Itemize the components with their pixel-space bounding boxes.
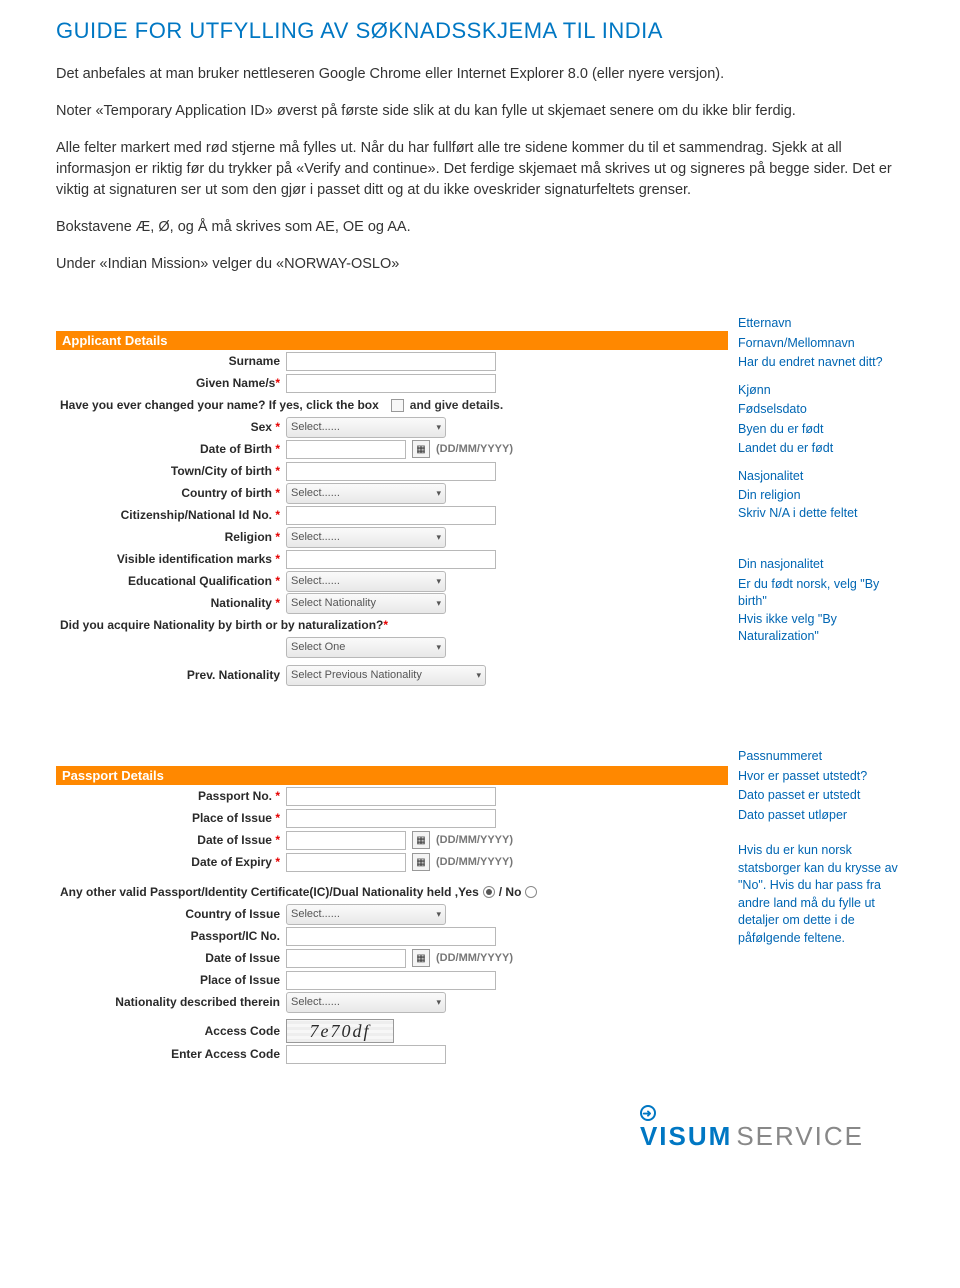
label-dateissue: Date of Issue (197, 833, 272, 847)
note-surname: Etternavn (738, 315, 904, 333)
select-prevnat[interactable]: Select Previous Nationality▾ (286, 665, 486, 686)
logo-visum: VISUM (640, 1121, 732, 1152)
note-dateexpiry: Dato passet utløper (738, 807, 904, 825)
input-passportno[interactable] (286, 787, 496, 806)
checkbox-changedname[interactable] (391, 399, 404, 412)
section-applicant-details: Applicant Details (56, 331, 728, 350)
select-edu[interactable]: Select......▾ (286, 571, 446, 592)
logo-service: SERVICE (736, 1121, 864, 1152)
calendar-icon[interactable]: ▦ (412, 853, 430, 871)
label-dob: Date of Birth (200, 442, 272, 456)
input-dateissue[interactable] (286, 831, 406, 850)
applicant-form: Applicant Details Surname Given Name/s* … (56, 331, 728, 686)
note-placeissue: Hvor er passet utstedt? (738, 768, 904, 786)
note-religion-b: Skriv N/A i dette feltet (738, 505, 904, 523)
hint-dateissue: (DD/MM/YYYY) (436, 834, 513, 846)
label-givenname: Given Name/s (196, 376, 275, 390)
input-placeissue[interactable] (286, 809, 496, 828)
note-country: Landet du er født (738, 440, 904, 458)
label-surname: Surname (229, 354, 280, 368)
hint-dateexpiry: (DD/MM/YYYY) (436, 856, 513, 868)
input-towncity[interactable] (286, 462, 496, 481)
input-dateissue2[interactable] (286, 949, 406, 968)
intro-p3: Alle felter markert med rød stjerne må f… (56, 138, 904, 201)
note-nationality: Din nasjonalitet (738, 556, 904, 574)
note-religion-a: Din religion (738, 487, 904, 505)
select-nationality[interactable]: Select Nationality▾ (286, 593, 446, 614)
note-passno: Passnummeret (738, 748, 904, 766)
intro-p5: Under «Indian Mission» velger du «NORWAY… (56, 254, 904, 275)
captcha-image: 7e70df (286, 1019, 394, 1043)
intro-p2: Noter «Temporary Application ID» øverst … (56, 101, 904, 122)
note-nid: Nasjonalitet (738, 468, 904, 486)
label-placeissue: Place of Issue (192, 811, 272, 825)
input-accesscode[interactable] (286, 1045, 446, 1064)
calendar-icon[interactable]: ▦ (412, 831, 430, 849)
label-acquire: Did you acquire Nationality by birth or … (60, 618, 383, 632)
note-sex: Kjønn (738, 382, 904, 400)
select-religion[interactable]: Select......▾ (286, 527, 446, 548)
label-dateexpiry: Date of Expiry (191, 855, 272, 869)
label-slash-no: / No (499, 885, 522, 899)
intro-p1: Det anbefales at man bruker nettleseren … (56, 64, 904, 85)
label-passportno: Passport No. (198, 789, 272, 803)
calendar-icon[interactable]: ▦ (412, 949, 430, 967)
arrow-icon: ➜ (640, 1105, 656, 1121)
label-nattherein: Nationality described therein (115, 995, 280, 1009)
select-countryissue[interactable]: Select......▾ (286, 904, 446, 925)
label-towncity: Town/City of birth (171, 464, 272, 478)
note-acquire-a: Er du født norsk, velg "By birth" (738, 576, 904, 611)
label-accesscode: Access Code (205, 1024, 280, 1038)
select-country[interactable]: Select......▾ (286, 483, 446, 504)
intro-p4: Bokstavene Æ, Ø, og Å må skrives som AE,… (56, 217, 904, 238)
label-nationality: Nationality (211, 596, 272, 610)
page-title: GUIDE FOR UTFYLLING AV SØKNADSSKJEMA TIL… (56, 18, 904, 44)
input-dateexpiry[interactable] (286, 853, 406, 872)
notes-passport: Passnummeret Hvor er passet utstedt? Dat… (728, 726, 904, 1065)
label-prevnat: Prev. Nationality (187, 668, 280, 682)
logo-visumservice: ➜ VISUMSERVICE (56, 1105, 904, 1152)
label-changedname-tail: and give details. (410, 398, 503, 412)
label-sex: Sex (251, 420, 272, 434)
input-placeissue2[interactable] (286, 971, 496, 990)
select-acquire[interactable]: Select One▾ (286, 637, 446, 658)
note-givenname: Fornavn/Mellomnavn (738, 335, 904, 353)
hint-dob: (DD/MM/YYYY) (436, 443, 513, 455)
label-edu: Educational Qualification (128, 574, 272, 588)
note-otherpass: Hvis du er kun norsk statsborger kan du … (738, 842, 904, 947)
section-passport-details: Passport Details (56, 766, 728, 785)
input-dob[interactable] (286, 440, 406, 459)
label-religion: Religion (225, 530, 272, 544)
notes-applicant: Etternavn Fornavn/Mellomnavn Har du endr… (728, 291, 904, 686)
label-country: Country of birth (181, 486, 272, 500)
input-surname[interactable] (286, 352, 496, 371)
label-countryissue: Country of Issue (185, 907, 280, 921)
hint-dateissue2: (DD/MM/YYYY) (436, 952, 513, 964)
radio-yes[interactable] (483, 886, 495, 898)
label-marks: Visible identification marks (117, 552, 272, 566)
label-placeissue2: Place of Issue (200, 973, 280, 987)
note-acquire-b: Hvis ikke velg "By Naturalization" (738, 611, 904, 646)
label-passportic: Passport/IC No. (191, 929, 280, 943)
label-enteraccess: Enter Access Code (171, 1047, 280, 1061)
input-nid[interactable] (286, 506, 496, 525)
select-sex[interactable]: Select......▾ (286, 417, 446, 438)
input-passportic[interactable] (286, 927, 496, 946)
select-nattherein[interactable]: Select......▾ (286, 992, 446, 1013)
note-dob: Fødselsdato (738, 401, 904, 419)
note-changedname: Har du endret navnet ditt? (738, 354, 904, 372)
input-givenname[interactable] (286, 374, 496, 393)
label-dateissue2: Date of Issue (205, 951, 280, 965)
label-other-passport: Any other valid Passport/Identity Certif… (60, 885, 479, 899)
note-towncity: Byen du er født (738, 421, 904, 439)
radio-no[interactable] (525, 886, 537, 898)
calendar-icon[interactable]: ▦ (412, 440, 430, 458)
note-dateissue: Dato passet er utstedt (738, 787, 904, 805)
label-changedname: Have you ever changed your name? If yes,… (60, 398, 379, 412)
label-nid: Citizenship/National Id No. (121, 508, 272, 522)
passport-form: Passport Details Passport No. * Place of… (56, 766, 728, 1065)
input-marks[interactable] (286, 550, 496, 569)
intro-text: Det anbefales at man bruker nettleseren … (56, 64, 904, 275)
